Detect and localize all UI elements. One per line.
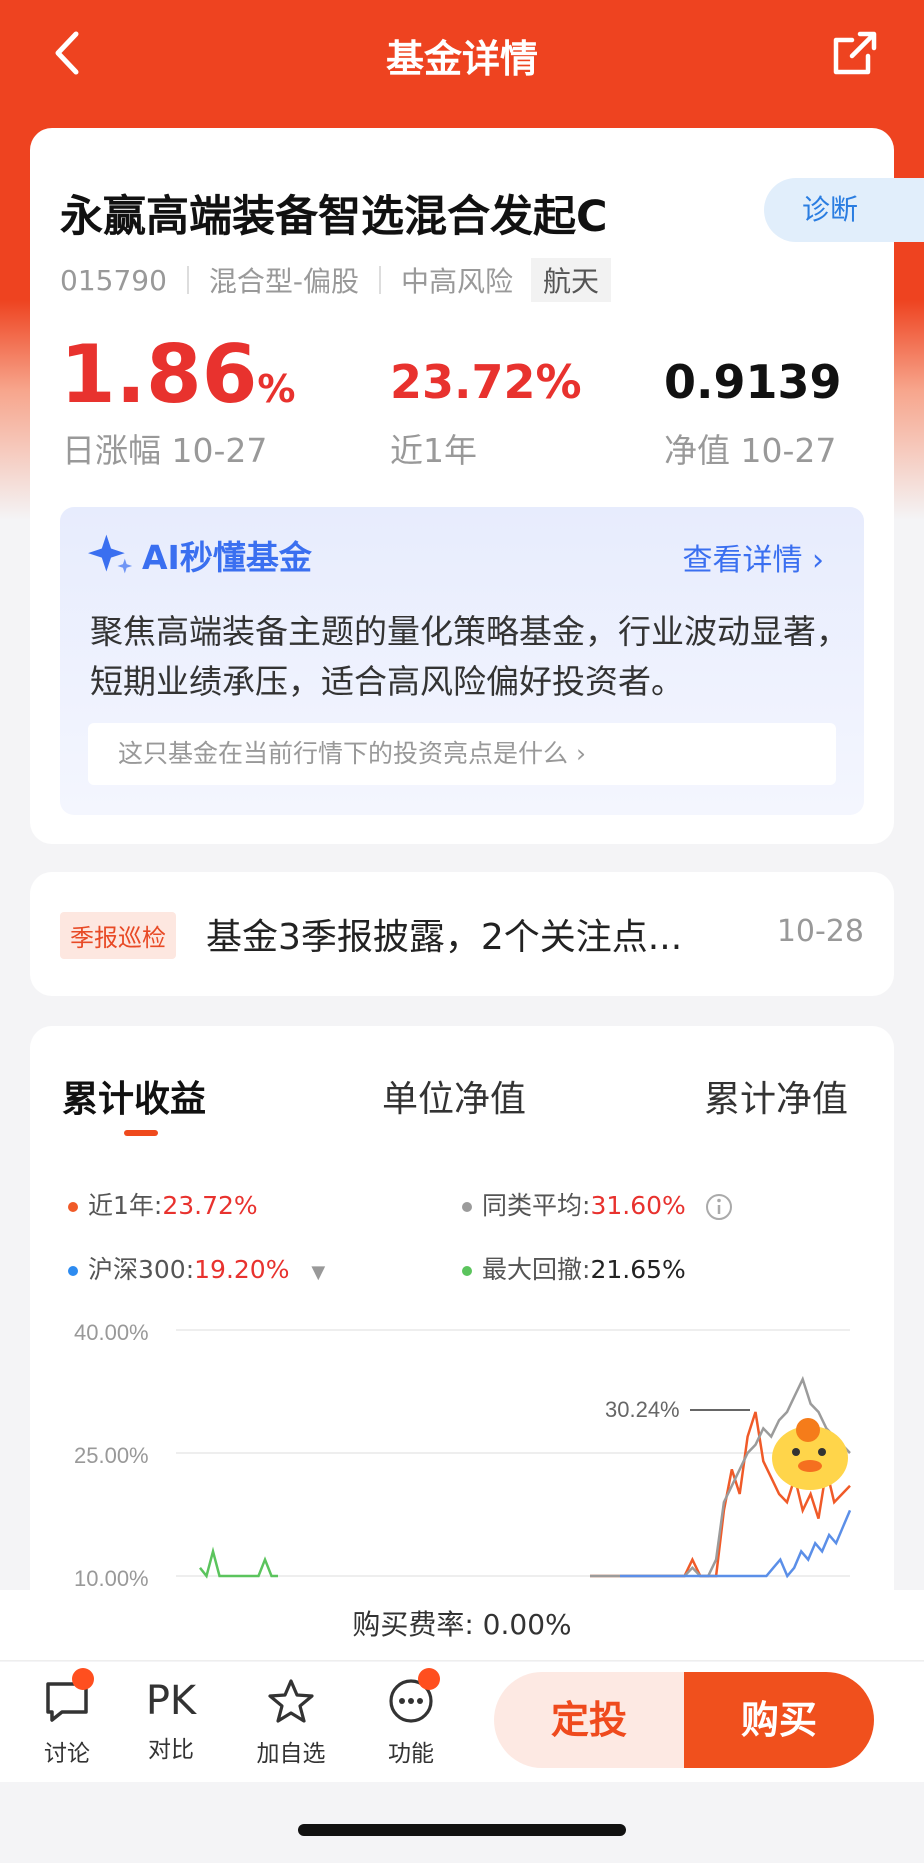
legend-index-label: 沪深300:: [88, 1255, 195, 1284]
fund-meta: 015790 混合型-偏股 中高风险 航天: [60, 258, 612, 302]
daily-change-value: 1.86: [60, 328, 258, 421]
buy-button[interactable]: 购买: [684, 1672, 874, 1768]
fund-risk: 中高风险: [401, 265, 514, 298]
ai-question-text: 这只基金在当前行情下的投资亮点是什么: [118, 739, 569, 768]
year-return-label: 近1年: [390, 431, 477, 470]
nav-label: 净值 10-27: [664, 431, 837, 470]
legend-dot: [462, 1202, 472, 1212]
return-chart[interactable]: 40.00% 25.00% 10.00% 30.24%: [60, 1310, 870, 1590]
home-indicator[interactable]: [298, 1824, 626, 1836]
bottom-action-bar: 讨论 PK 对比 加自选 功能 定投 购买: [0, 1662, 924, 1782]
daily-change-unit: %: [257, 367, 296, 411]
report-card[interactable]: 季报巡检 基金3季报披露，2个关注点... 10-28: [30, 872, 894, 996]
y-tick: 10.00%: [74, 1566, 149, 1590]
chevron-right-icon: ›: [812, 543, 824, 578]
page-title: 基金详情: [385, 37, 538, 81]
nav-bar: 基金详情: [0, 0, 924, 108]
fund-code: 015790: [60, 263, 167, 297]
y-tick: 25.00%: [74, 1443, 149, 1468]
purchase-fee: 购买费率: 0.00%: [0, 1590, 924, 1661]
legend-fund-value: 23.72%: [162, 1191, 258, 1220]
tab-unit-nav[interactable]: 单位净值: [382, 1070, 526, 1122]
compare-label: 对比: [148, 1737, 194, 1763]
daily-change: 1.86%: [60, 328, 295, 421]
annotation-label: 30.24%: [605, 1397, 680, 1422]
legend-fund-label: 近1年:: [88, 1191, 163, 1220]
star-icon: [268, 1679, 314, 1723]
legend-index[interactable]: 沪深300:19.20% ▼: [68, 1250, 325, 1286]
report-date: 10-28: [776, 914, 864, 949]
legend-dot: [462, 1266, 472, 1276]
home-indicator-area: [0, 1782, 924, 1863]
divider: [186, 266, 189, 294]
function-label: 功能: [388, 1741, 434, 1767]
legend-dot: [68, 1202, 78, 1212]
legend-index-value: 19.20%: [194, 1255, 290, 1284]
ai-question-chip[interactable]: 这只基金在当前行情下的投资亮点是什么 ›: [88, 723, 836, 785]
ai-details-link[interactable]: 查看详情 ›: [682, 535, 824, 579]
tab-accum-nav[interactable]: 累计净值: [704, 1070, 848, 1122]
ai-summary-text: 聚焦高端装备主题的量化策略基金，行业波动显著，短期业绩承压，适合高风险偏好投资者…: [90, 612, 849, 701]
y-tick: 40.00%: [74, 1320, 149, 1345]
function-button[interactable]: 功能: [366, 1676, 456, 1768]
legend-drawdown: 最大回撤:21.65%: [462, 1250, 686, 1286]
daily-change-label: 日涨幅 10-27: [62, 431, 268, 470]
caret-down-icon: ▼: [311, 1262, 326, 1283]
drawdown-line: [199, 1546, 278, 1579]
ai-summary-box: AI秒懂基金 查看详情 › 聚焦高端装备主题的量化策略基金，行业波动显著，短期业…: [60, 507, 864, 815]
index-line: [620, 1509, 852, 1579]
year-return: 23.72%: [390, 355, 582, 409]
legend-drawdown-value: 21.65%: [590, 1255, 686, 1284]
discuss-button[interactable]: 讨论: [22, 1676, 112, 1768]
chevron-right-icon: ›: [575, 739, 586, 768]
info-icon[interactable]: [704, 1192, 734, 1222]
ai-title: AI秒懂基金: [142, 538, 312, 577]
share-icon[interactable]: [830, 28, 880, 78]
fund-theme-tag[interactable]: 航天: [531, 258, 612, 302]
tab-cumulative-return[interactable]: 累计收益: [62, 1070, 206, 1122]
notification-badge: [72, 1668, 94, 1690]
compare-button[interactable]: PK 对比: [126, 1676, 216, 1764]
series-layer: [199, 1375, 852, 1579]
mascot-icon[interactable]: [772, 1418, 848, 1490]
diagnose-button[interactable]: 诊断: [764, 178, 924, 242]
notification-badge: [418, 1668, 440, 1690]
watchlist-label: 加自选: [256, 1741, 326, 1767]
legend-drawdown-label: 最大回撤:: [482, 1255, 591, 1284]
watchlist-button[interactable]: 加自选: [246, 1676, 336, 1768]
legend-dot: [68, 1266, 78, 1276]
pk-icon: PK: [145, 1678, 197, 1724]
nav-value: 0.9139: [664, 355, 842, 409]
report-text: 基金3季报披露，2个关注点...: [206, 917, 683, 958]
discuss-label: 讨论: [44, 1741, 90, 1767]
sparkle-icon: [88, 534, 133, 574]
sip-button[interactable]: 定投: [494, 1672, 684, 1768]
report-tag: 季报巡检: [60, 912, 176, 959]
legend-peer-value: 31.60%: [590, 1191, 686, 1220]
ai-link-label: 查看详情: [682, 543, 803, 578]
legend-peer-label: 同类平均:: [482, 1191, 591, 1220]
active-tab-indicator: [124, 1130, 158, 1136]
legend-fund: 近1年:23.72%: [68, 1186, 258, 1222]
fund-type: 混合型-偏股: [208, 265, 359, 298]
divider: [379, 266, 381, 294]
legend-peer: 同类平均:31.60%: [462, 1186, 734, 1222]
fund-name: 永赢高端装备智选混合发起C: [60, 192, 608, 242]
